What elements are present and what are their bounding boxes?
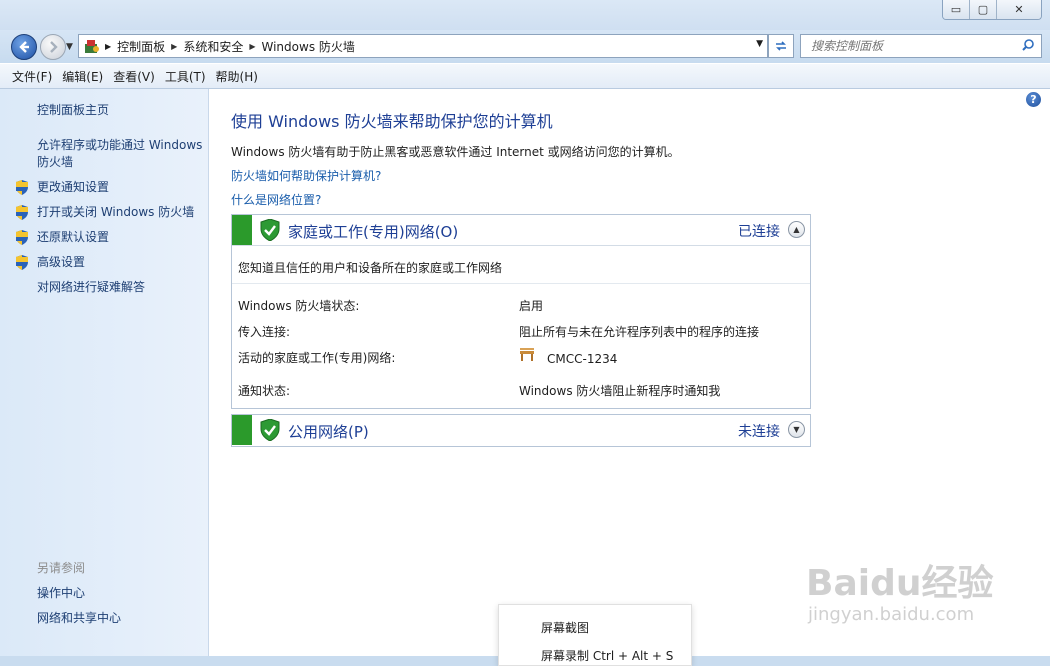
context-menu: 屏幕截图 屏幕录制 Ctrl + Alt + S: [498, 604, 692, 666]
breadcrumb-firewall[interactable]: Windows 防火墙: [262, 38, 355, 55]
sidebar-allow-programs-line1: 允许程序或功能通过 Windows: [37, 138, 203, 152]
home-network-status: 已连接: [738, 224, 780, 240]
firewall-state-value: 启用: [519, 299, 544, 313]
incoming-connections-label: 传入连接:: [238, 325, 291, 339]
see-also-heading: 另请参阅: [37, 561, 86, 575]
title-bar: ▭ ▢ ✕: [0, 0, 1050, 30]
back-button[interactable]: [11, 34, 37, 60]
home-network-panel: 家庭或工作(专用)网络(O) 已连接 ▲ 您知道且信任的用户和设备所在的家庭或工…: [231, 214, 811, 409]
chevron-up-icon[interactable]: ▲: [788, 221, 805, 238]
notification-state-value: Windows 防火墙阻止新程序时通知我: [519, 384, 721, 398]
refresh-icon: [776, 41, 786, 51]
menu-edit[interactable]: 编辑(E): [58, 68, 109, 85]
green-shield-check-icon: [260, 419, 280, 441]
sidebar-toggle-firewall-label: 打开或关闭 Windows 防火墙: [37, 205, 195, 219]
sidebar-network-sharing-center[interactable]: 网络和共享中心: [37, 610, 121, 627]
context-menu-screenshot[interactable]: 屏幕截图: [541, 619, 589, 636]
watermark-brand: Baidu经验: [806, 563, 994, 604]
chevron-right-icon[interactable]: ▶: [249, 42, 255, 51]
search-icon[interactable]: [1021, 38, 1035, 52]
network-bench-icon: [520, 348, 534, 361]
address-bar[interactable]: ▶ 控制面板 ▶ 系统和安全 ▶ Windows 防火墙 ▼: [78, 34, 768, 58]
menu-bar: 文件(F) 编辑(E) 查看(V) 工具(T) 帮助(H): [0, 64, 1050, 89]
breadcrumb-system-security[interactable]: 系统和安全: [183, 38, 243, 55]
public-network-title: 公用网络(P): [288, 423, 369, 441]
recent-pages-dropdown[interactable]: ▼: [66, 42, 73, 52]
maximize-button[interactable]: ▢: [969, 0, 996, 19]
sidebar-action-center[interactable]: 操作中心: [37, 585, 85, 602]
sidebar-restore-defaults-label: 还原默认设置: [37, 230, 110, 244]
close-button[interactable]: ✕: [996, 0, 1041, 19]
active-network-value: CMCC-1234: [547, 352, 618, 366]
public-network-panel: 公用网络(P) 未连接 ▼: [231, 414, 811, 447]
uac-shield-icon: [16, 255, 28, 270]
menu-view[interactable]: 查看(V): [109, 68, 161, 85]
menu-tools[interactable]: 工具(T): [161, 68, 212, 85]
sidebar-allow-programs[interactable]: 允许程序或功能通过 Windows 防火墙: [37, 137, 202, 171]
arrow-left-icon: [19, 41, 29, 53]
navigation-bar: ▼ ▶ 控制面板 ▶ 系统和安全 ▶ Windows 防火墙 ▼: [0, 30, 1050, 63]
uac-shield-icon: [16, 180, 28, 195]
home-network-intro: 您知道且信任的用户和设备所在的家庭或工作网络: [238, 261, 503, 275]
page-description: Windows 防火墙有助于防止黑客或恶意软件通过 Internet 或网络访问…: [231, 145, 680, 159]
menu-help[interactable]: 帮助(H): [212, 68, 264, 85]
page-title: 使用 Windows 防火墙来帮助保护您的计算机: [231, 112, 553, 131]
forward-button[interactable]: [40, 34, 66, 60]
sidebar: 控制面板主页 允许程序或功能通过 Windows 防火墙 更改通知设置 打开或关…: [0, 89, 209, 656]
sidebar-change-notifications-label: 更改通知设置: [37, 180, 110, 194]
baidu-watermark: Baidu经验 jingyan.baidu.com: [806, 540, 1046, 634]
home-network-title: 家庭或工作(专用)网络(O): [288, 223, 459, 241]
uac-shield-icon: [16, 230, 28, 245]
active-network-label: 活动的家庭或工作(专用)网络:: [238, 351, 396, 365]
notification-state-label: 通知状态:: [238, 384, 291, 398]
sidebar-allow-programs-line2: 防火墙: [37, 155, 74, 169]
firewall-state-label: Windows 防火墙状态:: [238, 299, 360, 313]
chevron-right-icon[interactable]: ▶: [171, 42, 177, 51]
address-dropdown-icon[interactable]: ▼: [756, 39, 763, 49]
green-shield-check-icon: [260, 219, 280, 241]
public-network-status: 未连接: [738, 424, 780, 440]
chevron-down-icon[interactable]: ▼: [788, 421, 805, 438]
breadcrumb: 控制面板 ▶ 系统和安全 ▶ Windows 防火墙: [117, 38, 355, 55]
sidebar-change-notifications[interactable]: 更改通知设置: [16, 179, 110, 196]
sidebar-restore-defaults[interactable]: 还原默认设置: [16, 229, 110, 246]
sidebar-advanced-settings-label: 高级设置: [37, 255, 86, 269]
control-panel-icon: [85, 40, 99, 53]
sidebar-troubleshoot-network[interactable]: 对网络进行疑难解答: [37, 279, 145, 296]
watermark-url: jingyan.baidu.com: [808, 604, 975, 625]
status-bar-green: [232, 415, 252, 445]
search-box[interactable]: [800, 34, 1042, 58]
firewall-help-link[interactable]: 防火墙如何帮助保护计算机?: [231, 167, 381, 184]
firewall-window: ▭ ▢ ✕ ▼ ▶ 控制面板 ▶ 系统和安全 ▶ Windows 防火墙 ▼ 搜…: [0, 0, 1050, 666]
incoming-connections-value: 阻止所有与未在允许程序列表中的程序的连接: [519, 325, 760, 339]
uac-shield-icon: [16, 205, 28, 220]
panel-divider: [232, 283, 810, 284]
public-network-header[interactable]: 公用网络(P) 未连接 ▼: [232, 415, 810, 445]
caption-buttons: ▭ ▢ ✕: [942, 0, 1042, 20]
network-location-link[interactable]: 什么是网络位置?: [231, 191, 321, 208]
sidebar-toggle-firewall[interactable]: 打开或关闭 Windows 防火墙: [16, 204, 195, 221]
menu-file[interactable]: 文件(F): [0, 68, 58, 85]
status-bar-green: [232, 215, 252, 245]
refresh-button[interactable]: [768, 34, 794, 58]
arrow-right-icon: [50, 41, 58, 53]
minimize-button[interactable]: ▭: [943, 0, 969, 19]
help-icon[interactable]: ?: [1026, 92, 1041, 107]
search-input[interactable]: [809, 38, 1013, 54]
sidebar-advanced-settings[interactable]: 高级设置: [16, 254, 86, 271]
breadcrumb-control-panel[interactable]: 控制面板: [117, 38, 165, 55]
sidebar-control-panel-home[interactable]: 控制面板主页: [37, 102, 109, 119]
chevron-right-icon[interactable]: ▶: [105, 42, 111, 51]
home-network-header[interactable]: 家庭或工作(专用)网络(O) 已连接 ▲: [232, 215, 810, 246]
